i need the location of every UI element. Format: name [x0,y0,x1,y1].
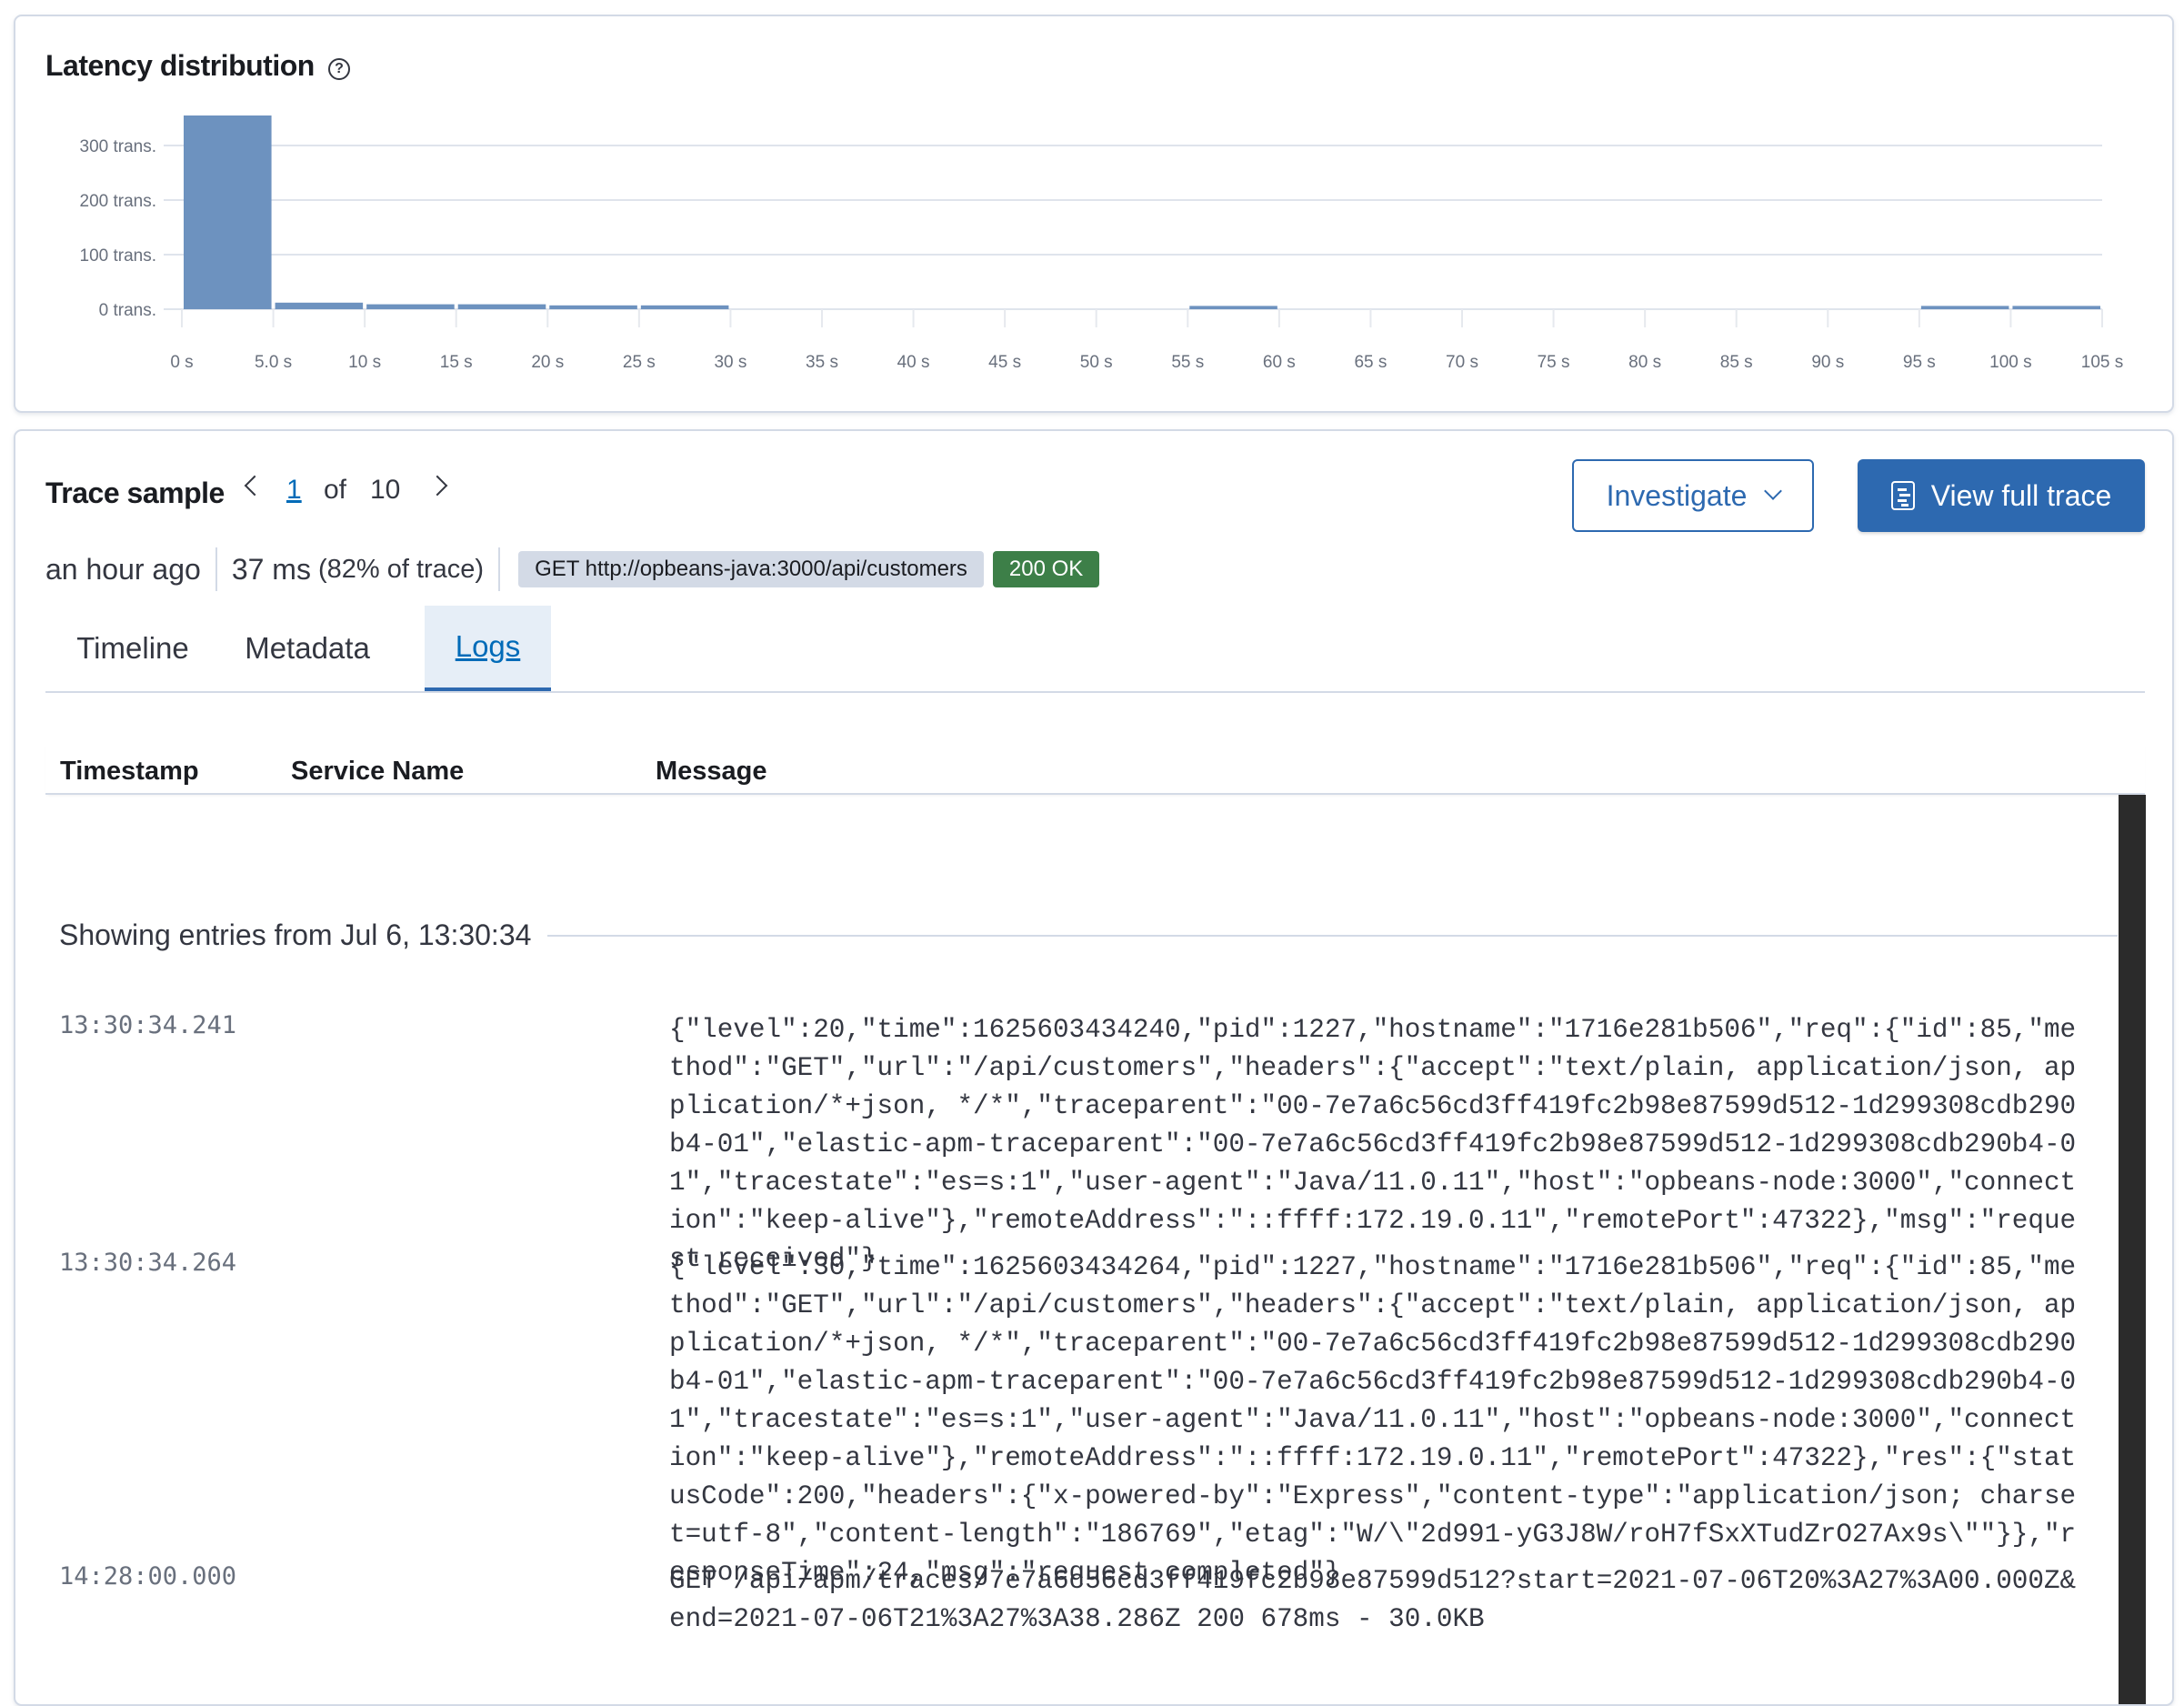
x-axis-label: 75 s [1538,353,1570,372]
chevron-right-icon[interactable] [426,475,448,497]
column-header-service-name[interactable]: Service Name [291,757,464,787]
chevron-left-icon[interactable] [244,475,265,497]
x-axis-label: 30 s [714,353,746,372]
pager-of-label: of [324,475,347,505]
investigate-button[interactable]: Investigate [1572,459,1814,532]
histogram-bar[interactable] [2012,306,2100,309]
entries-date-divider: Showing entries from Jul 6, 13:30:34 [59,918,2118,952]
histogram-bar[interactable] [366,304,455,309]
trace-sample-panel: Trace sample 1 of 10 Investigate View fu… [14,429,2174,1706]
y-axis-label: 300 trans. [80,137,157,156]
x-axis-label: 60 s [1263,353,1296,372]
status-badge: 200 OK [992,551,1100,587]
investigate-label: Investigate [1606,478,1748,512]
trace-duration-percent: (82% of trace) [317,554,485,584]
log-message: {"level":20,"time":1625603434240,"pid":1… [669,1015,2077,1274]
histogram-bar[interactable] [1189,306,1277,309]
histogram-bar[interactable] [549,305,637,309]
histogram-bar[interactable] [640,305,729,309]
document-icon [1890,481,1915,510]
log-timestamp: 13:30:34.241 [59,1011,237,1039]
x-axis-label: 90 s [1811,353,1844,372]
tab-timeline[interactable]: Timeline [45,606,220,691]
latency-distribution-panel: Latency distribution ? 0 trans. 100 trans… [14,15,2174,413]
x-axis-label: 0 s [170,353,193,372]
tab-label: Timeline [76,631,189,665]
log-message: {"level":30,"time":1625603434264,"pid":1… [669,1252,2077,1588]
tab-label: Metadata [245,631,370,665]
chart-x-ticks [181,309,2103,327]
y-axis-label: 0 trans. [99,301,156,320]
log-timestamp: 14:28:00.000 [59,1562,237,1591]
chart-bars [184,115,2100,309]
chart-y-axis-labels: 0 trans. 100 trans. 200 trans. 300 trans. [80,137,157,320]
entries-date-label: Showing entries from Jul 6, 13:30:34 [59,918,532,951]
chart-x-axis-labels: 0 s 5.0 s 10 s 15 s 20 s 25 s 30 s 35 s 40 s 45 s… [170,353,2123,372]
x-axis-label: 95 s [1903,353,1936,372]
divider-line [547,934,2118,937]
x-axis-label: 85 s [1720,353,1753,372]
tab-logs[interactable]: Logs [425,606,551,691]
x-axis-label: 50 s [1080,353,1113,372]
separator [498,547,501,591]
log-timestamp: 13:30:34.264 [59,1249,237,1277]
x-axis-label: 40 s [897,353,930,372]
latency-histogram[interactable]: 0 trans. 100 trans. 200 trans. 300 trans. 0… [15,16,2172,411]
column-header-message[interactable]: Message [656,757,767,787]
histogram-bar[interactable] [184,115,272,309]
trace-sample-title: Trace sample [45,477,225,509]
x-axis-label: 80 s [1628,353,1661,372]
log-message: GET /api/apm/traces/7e7a6c56cd3ff419fc2b… [669,1566,2077,1634]
x-axis-label: 10 s [348,353,381,372]
view-full-trace-button[interactable]: View full trace [1858,459,2145,532]
log-stream-scrollbar[interactable] [2119,795,2146,1704]
pager-total: 10 [370,475,401,505]
x-axis-label: 70 s [1446,353,1478,372]
trace-timestamp: an hour ago [45,552,201,586]
x-axis-label: 55 s [1171,353,1204,372]
trace-tabs: Timeline Metadata Logs [45,606,2145,693]
x-axis-label: 100 s [1989,353,2031,372]
logs-table-header: Timestamp Service Name Message [45,740,2145,795]
view-full-trace-label: View full trace [1930,478,2112,512]
x-axis-label: 65 s [1354,353,1387,372]
trace-duration: 37 ms [231,552,311,586]
x-axis-label: 105 s [2081,353,2123,372]
x-axis-label: 45 s [988,353,1021,372]
histogram-bar[interactable] [275,302,364,309]
trace-summary-row: an hour ago 37 ms (82% of trace) GET htt… [45,547,1100,591]
histogram-bar[interactable] [457,304,546,309]
histogram-bar[interactable] [1920,306,2009,309]
http-request-badge: GET http://opbeans-java:3000/api/custome… [518,551,984,587]
x-axis-label: 15 s [440,353,473,372]
x-axis-label: 25 s [623,353,656,372]
column-header-timestamp[interactable]: Timestamp [60,757,199,787]
separator [215,547,217,591]
tab-label: Logs [455,629,521,663]
chevron-down-icon [1764,482,1783,500]
y-axis-label: 100 trans. [80,246,157,266]
chart-gridlines [164,145,2102,310]
y-axis-label: 200 trans. [80,192,157,211]
pager-current-page[interactable]: 1 [286,475,302,506]
x-axis-label: 5.0 s [255,353,292,372]
tab-metadata[interactable]: Metadata [220,606,395,691]
x-axis-label: 35 s [806,353,838,372]
x-axis-label: 20 s [531,353,564,372]
